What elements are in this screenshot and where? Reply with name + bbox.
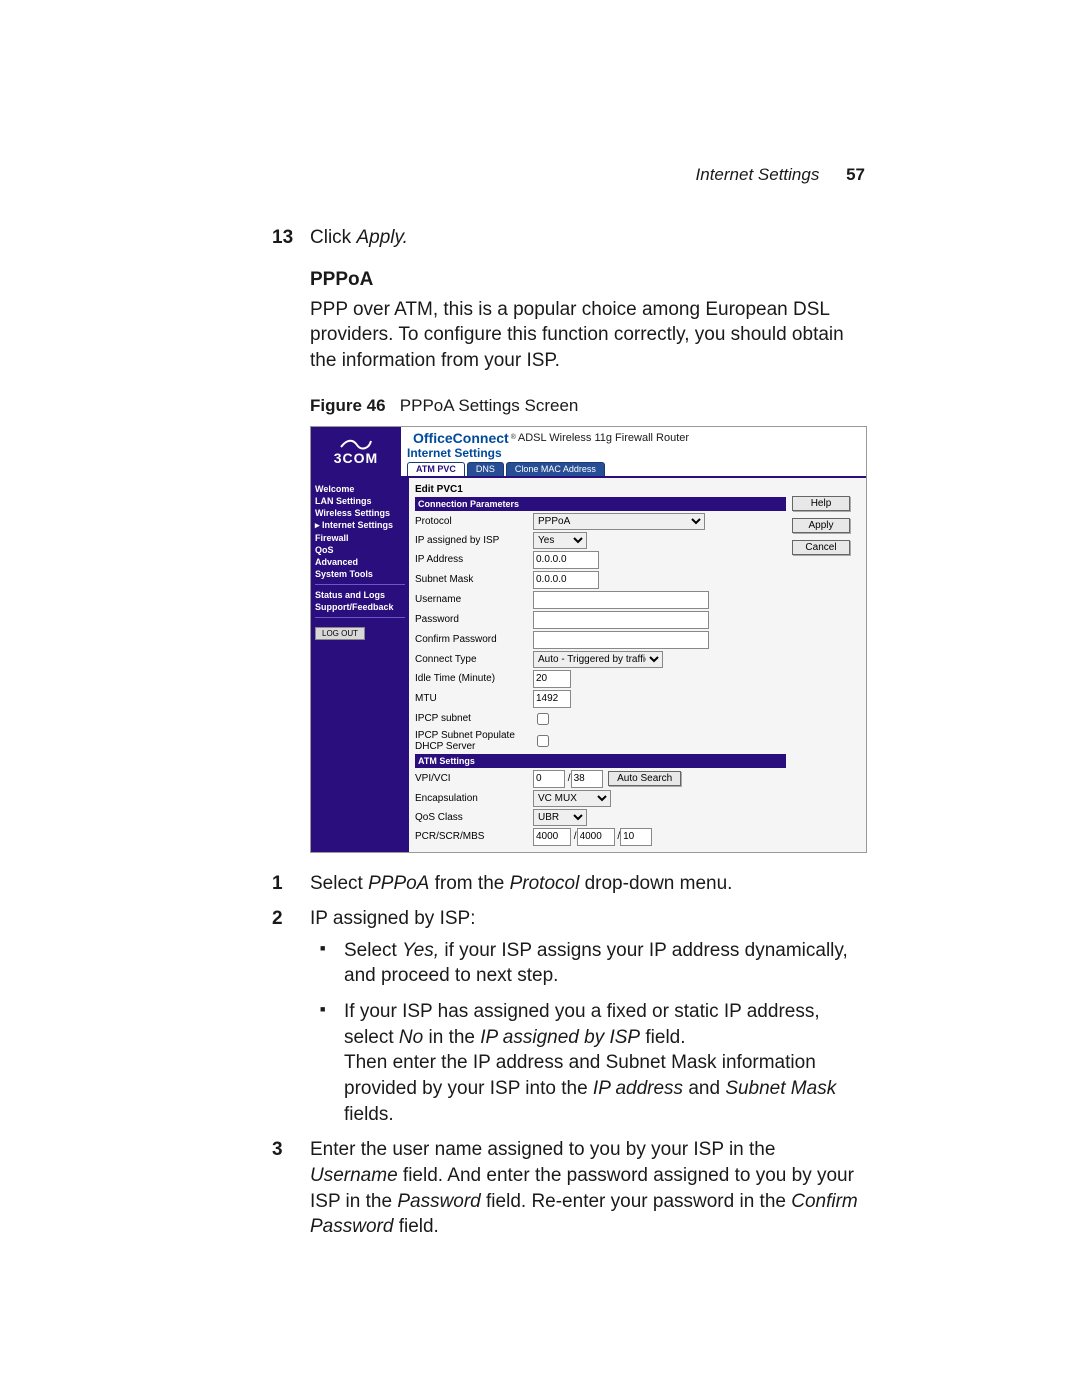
idle-time-input[interactable]: [533, 670, 571, 688]
protocol-select[interactable]: PPPoA: [533, 513, 705, 530]
settings-panel: Edit PVC1 Connection Parameters Protocol…: [409, 478, 792, 852]
step-13: 13 Click Apply.: [310, 225, 865, 251]
product-title: OfficeConnect® ADSL Wireless 11g Firewal…: [407, 430, 866, 446]
sidebar-item-wireless[interactable]: Wireless Settings: [315, 508, 405, 518]
subnet-mask-input[interactable]: [533, 571, 599, 589]
header-page-number: 57: [846, 165, 865, 184]
pcr-input[interactable]: [533, 828, 571, 846]
sidebar-item-advanced[interactable]: Advanced: [315, 557, 405, 567]
cancel-button[interactable]: Cancel: [792, 540, 850, 555]
mbs-input[interactable]: [620, 828, 652, 846]
pppoa-intro: PPP over ATM, this is a popular choice a…: [310, 297, 865, 374]
step-3: 3 Enter the user name assigned to you by…: [310, 1137, 865, 1240]
encapsulation-select[interactable]: VC MUX: [533, 790, 611, 807]
step-1: 1 Select PPPoA from the Protocol drop-do…: [310, 871, 865, 897]
connect-type-select[interactable]: Auto - Triggered by traffic: [533, 651, 663, 668]
ip-by-isp-select[interactable]: Yes: [533, 532, 587, 549]
logout-button[interactable]: LOG OUT: [315, 627, 365, 640]
step-2: 2 IP assigned by ISP: Select Yes, if you…: [310, 906, 865, 1127]
ipcp-dhcp-checkbox[interactable]: [537, 735, 549, 747]
sidebar-item-lan[interactable]: LAN Settings: [315, 496, 405, 506]
figure-caption: Figure 46 PPPoA Settings Screen: [310, 396, 865, 416]
step-number: 13: [272, 225, 293, 251]
tab-atm-pvc[interactable]: ATM PVC: [407, 462, 465, 476]
bullet-2b: If your ISP has assigned you a fixed or …: [344, 999, 865, 1127]
vpi-input[interactable]: [533, 770, 565, 788]
section-bar-atm: ATM Settings: [415, 754, 786, 768]
panel-title: Edit PVC1: [415, 484, 786, 495]
header-section: Internet Settings: [696, 165, 820, 184]
tab-row: ATM PVC DNS Clone MAC Address: [407, 461, 866, 476]
brand-text: 3COM: [334, 451, 378, 465]
sidebar-item-welcome[interactable]: Welcome: [315, 484, 405, 494]
password-input[interactable]: [533, 611, 709, 629]
scr-input[interactable]: [577, 828, 615, 846]
auto-search-button[interactable]: Auto Search: [608, 771, 681, 786]
tab-clone-mac[interactable]: Clone MAC Address: [506, 462, 605, 476]
right-button-column: Help Apply Cancel: [792, 478, 866, 852]
vci-input[interactable]: [571, 770, 603, 788]
sidebar-item-status[interactable]: Status and Logs: [315, 590, 405, 600]
swoosh-icon: [339, 437, 373, 451]
username-input[interactable]: [533, 591, 709, 609]
apply-button[interactable]: Apply: [792, 518, 850, 533]
embedded-screenshot: 3COM OfficeConnect® ADSL Wireless 11g Fi…: [310, 426, 867, 853]
pppoa-heading: PPPoA: [310, 269, 865, 291]
ipcp-subnet-checkbox[interactable]: [537, 713, 549, 725]
section-bar-conn: Connection Parameters: [415, 497, 786, 511]
panel-subtitle: Internet Settings: [407, 446, 866, 460]
sidebar-item-firewall[interactable]: Firewall: [315, 533, 405, 543]
running-header: Internet Settings 57: [696, 165, 865, 185]
sidebar-item-internet[interactable]: Internet Settings: [315, 520, 405, 531]
tab-dns[interactable]: DNS: [467, 462, 504, 476]
qos-class-select[interactable]: UBR: [533, 809, 587, 826]
sidebar-nav: Welcome LAN Settings Wireless Settings I…: [311, 478, 409, 852]
brand-logo: 3COM: [311, 427, 401, 476]
sidebar-item-systemtools[interactable]: System Tools: [315, 569, 405, 579]
mtu-input[interactable]: [533, 690, 571, 708]
confirm-password-input[interactable]: [533, 631, 709, 649]
bullet-2a: Select Yes, if your ISP assigns your IP …: [344, 938, 865, 989]
sidebar-item-qos[interactable]: QoS: [315, 545, 405, 555]
sidebar-item-support[interactable]: Support/Feedback: [315, 602, 405, 612]
help-button[interactable]: Help: [792, 496, 850, 511]
ip-address-input[interactable]: [533, 551, 599, 569]
